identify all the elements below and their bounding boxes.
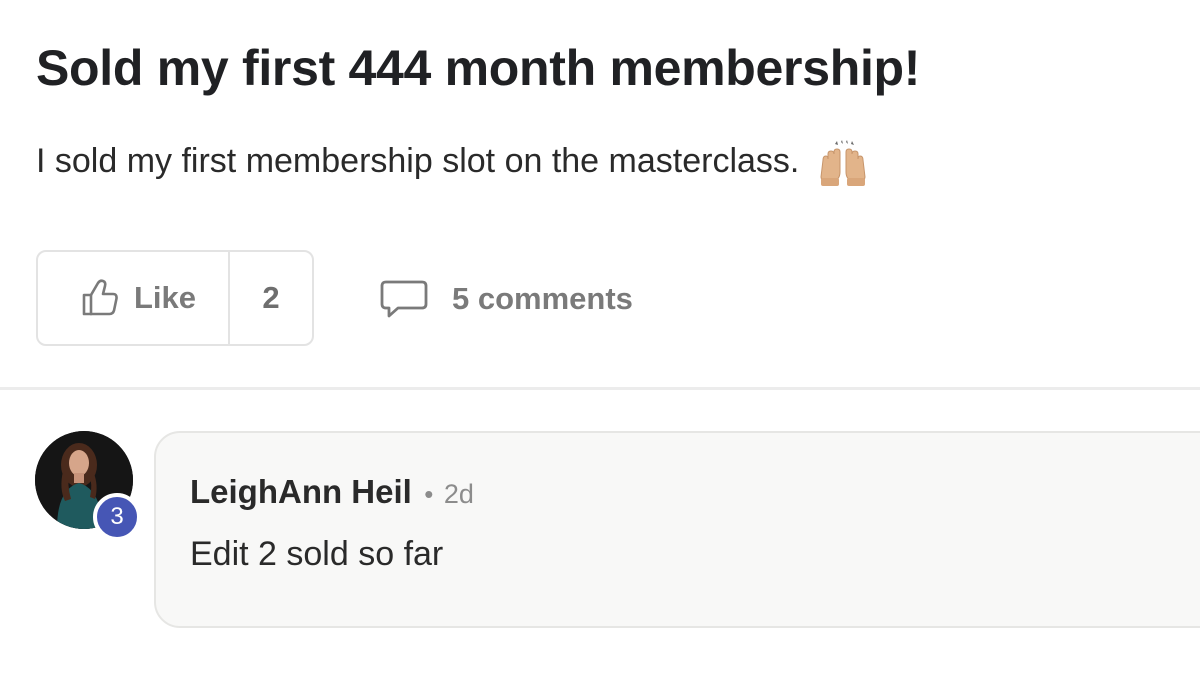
speech-bubble-icon <box>380 280 428 318</box>
comments-label: 5 comments <box>452 281 633 316</box>
level-badge: 3 <box>93 493 141 541</box>
comment-text: Edit 2 sold so far <box>190 535 444 573</box>
like-button[interactable]: Like <box>38 252 231 344</box>
post-body-text: I sold my first membership slot on the m… <box>36 142 800 180</box>
section-divider <box>0 387 1200 390</box>
raising-hands-emoji-icon <box>820 140 866 187</box>
post-title: Sold my first 444 month membership! <box>36 40 921 96</box>
thumbs-up-icon <box>82 279 118 316</box>
meta-separator: • <box>424 479 434 509</box>
commenter-avatar-wrap[interactable]: 3 <box>35 431 145 541</box>
post-page: Sold my first 444 month membership! I so… <box>0 0 1200 675</box>
comment-timestamp: 2d <box>443 479 474 509</box>
post-body: I sold my first membership slot on the m… <box>36 138 871 187</box>
like-count[interactable]: 2 <box>230 280 312 316</box>
like-control: Like 2 <box>36 250 314 346</box>
comment-meta: LeighAnn Heil • 2d <box>190 473 474 511</box>
comment-author[interactable]: LeighAnn Heil <box>190 473 412 510</box>
comments-button[interactable]: 5 comments <box>380 274 633 324</box>
comment-card: LeighAnn Heil • 2d Edit 2 sold so far <box>154 431 1200 628</box>
like-label: Like <box>134 280 197 315</box>
